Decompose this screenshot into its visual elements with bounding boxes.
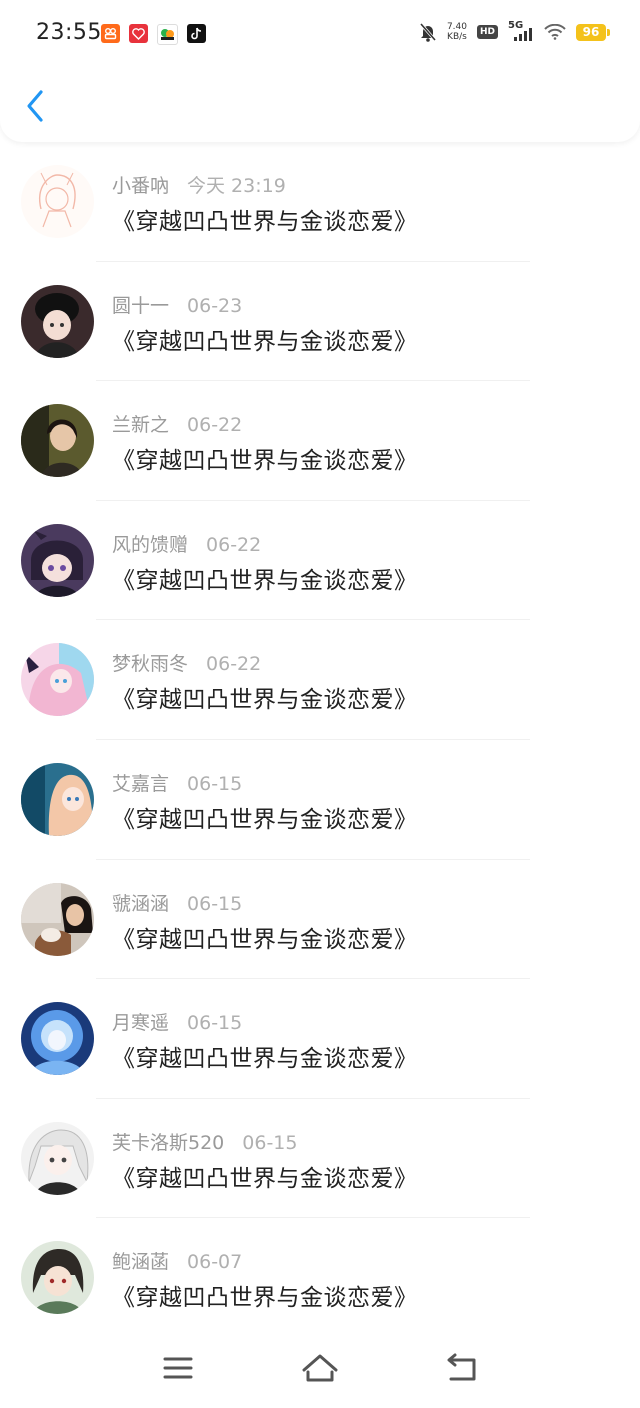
avatar[interactable] [21,1241,94,1315]
list-item[interactable]: 芙卡洛斯520 06-15 《穿越凹凸世界与金谈恋爱》 [0,1099,640,1219]
message-date: 06-22 [206,533,262,556]
message-meta: 芙卡洛斯520 06-15 [112,1128,297,1155]
message-text: 《穿越凹凸世界与金谈恋爱》 [112,328,418,355]
message-text: 《穿越凹凸世界与金谈恋爱》 [112,1165,418,1192]
message-date: 06-15 [187,892,243,915]
message-date: 06-22 [187,414,243,437]
back-icon [447,1353,476,1381]
message-list: 小番吶 今天 23:19 《穿越凹凸世界与金谈恋爱》 圆十一 06-23 《穿越凹凸… [0,142,640,1338]
sender-name: 风的馈赠 [112,533,189,556]
tiktok-icon [187,24,206,43]
message-meta: 风的馈赠 06-22 [112,530,261,557]
avatar[interactable] [21,284,94,358]
back-button[interactable] [22,88,52,124]
status-bar: 23:55 7.40 KB/s HD 5G 96 [0,0,640,68]
message-text: 《穿越凹凸世界与金谈恋爱》 [112,687,418,714]
network-type: 5G [508,20,524,31]
net-speed-unit: KB/s [447,32,467,42]
message-text: 《穿越凹凸世界与金谈恋爱》 [112,448,418,475]
list-item[interactable]: 鲍涵菡 06-07 《穿越凹凸世界与金谈恋爱》 [0,1218,640,1338]
sender-name: 兰新之 [112,414,170,437]
message-meta: 兰新之 06-22 [112,410,242,437]
message-meta: 鲍涵菡 06-07 [112,1247,242,1274]
header: 23:55 7.40 KB/s HD 5G 96 [0,0,640,142]
video-app-icon [157,24,178,45]
message-text: 《穿越凹凸世界与金谈恋爱》 [112,567,418,594]
message-text: 《穿越凹凸世界与金谈恋爱》 [112,209,418,235]
sender-name: 圆十一 [112,294,170,317]
message-meta: 虢涵涵 06-15 [112,889,242,916]
message-date: 06-15 [187,772,243,795]
net-speed: 7.40 KB/s [447,22,467,42]
home-button[interactable] [300,1348,340,1388]
list-item[interactable]: 小番吶 今天 23:19 《穿越凹凸世界与金谈恋爱》 [0,142,640,262]
avatar[interactable] [21,762,94,836]
sender-name: 芙卡洛斯520 [112,1131,225,1154]
list-item[interactable]: 艾嘉言 06-15 《穿越凹凸世界与金谈恋爱》 [0,740,640,860]
message-meta: 月寒遥 06-15 [112,1008,242,1035]
status-time: 23:55 [36,20,102,45]
hd-badge: HD [476,25,498,39]
avatar[interactable] [21,643,94,717]
message-meta: 圆十一 06-23 [112,291,242,318]
avatar[interactable] [21,523,94,597]
sender-name: 小番吶 [112,175,170,197]
message-text: 《穿越凹凸世界与金谈恋爱》 [112,806,418,833]
message-meta: 艾嘉言 06-15 [112,769,242,796]
net-speed-value: 7.40 [446,22,467,32]
heart-app-icon [129,24,148,43]
status-indicators: 7.40 KB/s HD 5G 96 [419,20,610,42]
avatar[interactable] [21,1121,94,1195]
message-text: 《穿越凹凸世界与金谈恋爱》 [112,926,418,953]
menu-icon [163,1357,193,1379]
notification-app-icons [101,24,206,45]
message-date: 06-07 [187,1251,243,1274]
sender-name: 虢涵涵 [112,892,170,915]
signal-5g: 5G [508,20,534,42]
message-date: 06-23 [187,294,243,317]
list-item[interactable]: 圆十一 06-23 《穿越凹凸世界与金谈恋爱》 [0,262,640,382]
sender-name: 月寒遥 [112,1012,170,1035]
list-item[interactable]: 月寒遥 06-15 《穿越凹凸世界与金谈恋爱》 [0,979,640,1099]
message-date: 06-15 [187,1012,243,1035]
battery-indicator: 96 [576,23,610,41]
system-back-button[interactable] [442,1348,482,1388]
avatar[interactable] [21,1002,94,1076]
system-nav-bar [0,1332,640,1408]
list-item[interactable]: 风的馈赠 06-22 《穿越凹凸世界与金谈恋爱》 [0,501,640,621]
list-item[interactable]: 梦秋雨冬 06-22 《穿越凹凸世界与金谈恋爱》 [0,620,640,740]
list-item[interactable]: 兰新之 06-22 《穿越凹凸世界与金谈恋爱》 [0,381,640,501]
message-date: 今天 23:19 [187,175,286,197]
home-icon [302,1354,338,1382]
message-meta: 梦秋雨冬 06-22 [112,649,261,676]
message-text: 《穿越凹凸世界与金谈恋爱》 [112,1285,418,1312]
wifi-icon [544,24,566,40]
sender-name: 艾嘉言 [112,772,170,795]
message-date: 06-22 [206,653,262,676]
chevron-left-icon [27,90,43,122]
list-item[interactable]: 虢涵涵 06-15 《穿越凹凸世界与金谈恋爱》 [0,860,640,980]
avatar[interactable] [21,165,94,238]
message-meta: 小番吶 今天 23:19 [112,171,286,198]
message-text: 《穿越凹凸世界与金谈恋爱》 [112,1046,418,1073]
app-notification-icon [101,24,120,43]
mute-bell-icon [419,22,437,42]
avatar[interactable] [21,404,94,478]
sender-name: 鲍涵菡 [112,1251,170,1274]
sender-name: 梦秋雨冬 [112,653,189,676]
menu-button[interactable] [158,1348,198,1388]
avatar[interactable] [21,882,94,956]
message-date: 06-15 [242,1131,298,1154]
